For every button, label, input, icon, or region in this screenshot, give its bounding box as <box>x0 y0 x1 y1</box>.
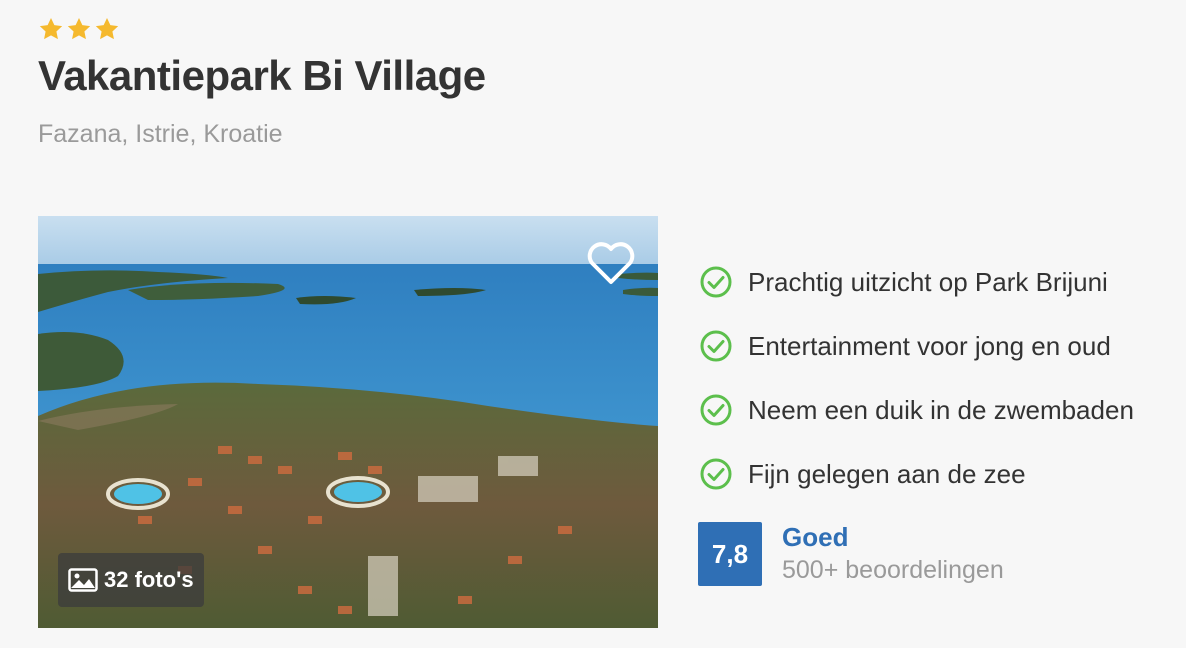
star-icon <box>67 17 91 40</box>
rating-text: Goed 500+ beoordelingen <box>782 522 1004 588</box>
review-rating: 7,8 Goed 500+ beoordelingen <box>698 522 1004 588</box>
review-count: 500+ beoordelingen <box>782 556 1004 584</box>
usp-item: Entertainment voor jong en oud <box>700 314 1134 378</box>
rating-label-link[interactable]: Goed <box>782 522 1004 552</box>
usp-item: Fijn gelegen aan de zee <box>700 442 1134 506</box>
check-circle-icon <box>700 394 732 426</box>
page-title: Vakantiepark Bi Village <box>38 52 486 99</box>
star-icon <box>95 17 119 40</box>
usp-item: Neem een duik in de zwembaden <box>700 378 1134 442</box>
check-circle-icon <box>700 330 732 362</box>
image-icon <box>68 568 98 592</box>
usp-list: Prachtig uitzicht op Park Brijuni Entert… <box>700 250 1134 506</box>
usp-text: Entertainment voor jong en oud <box>748 330 1111 361</box>
star-icon <box>39 17 63 40</box>
check-circle-icon <box>700 266 732 298</box>
star-rating <box>38 16 120 42</box>
location-text: Fazana, Istrie, Kroatie <box>38 120 283 148</box>
usp-text: Neem een duik in de zwembaden <box>748 394 1134 425</box>
photo-count-button[interactable]: 32 foto's <box>58 553 204 607</box>
usp-text: Prachtig uitzicht op Park Brijuni <box>748 266 1108 297</box>
usp-text: Fijn gelegen aan de zee <box>748 458 1026 489</box>
main-photo[interactable]: 32 foto's <box>38 216 658 628</box>
rating-score-badge: 7,8 <box>698 522 762 586</box>
favorite-heart-icon[interactable] <box>586 240 636 286</box>
photo-count-label: 32 foto's <box>104 567 194 592</box>
check-circle-icon <box>700 458 732 490</box>
usp-item: Prachtig uitzicht op Park Brijuni <box>700 250 1134 314</box>
